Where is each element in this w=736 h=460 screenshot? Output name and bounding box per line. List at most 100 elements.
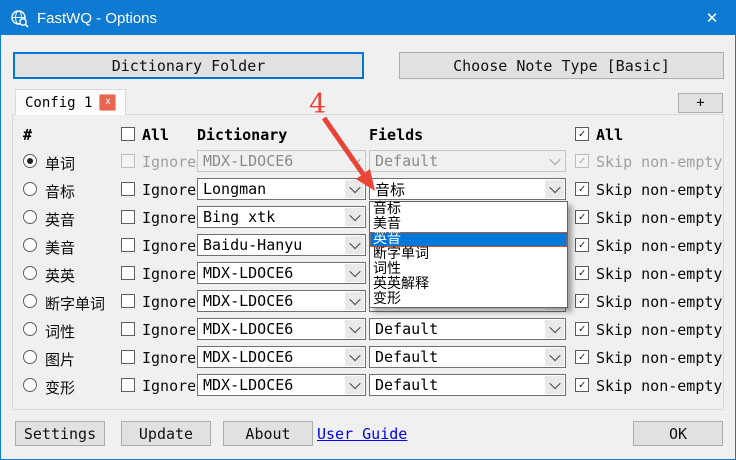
field-value: Default <box>375 152 438 170</box>
ignore-label: Ignore <box>142 293 196 311</box>
skip-checkbox[interactable]: ✓ <box>575 182 589 196</box>
dictionary-select[interactable]: Bing xtk <box>197 206 366 228</box>
close-window-button[interactable]: ✕ <box>689 1 735 35</box>
field-select[interactable]: Default <box>369 346 566 368</box>
skip-checkbox[interactable]: ✓ <box>575 378 589 392</box>
add-config-tab-button[interactable]: + <box>678 93 723 113</box>
dropdown-item[interactable]: 词性 <box>370 262 567 277</box>
column-header-hash: # <box>23 126 32 144</box>
row-radio-inflection[interactable] <box>23 378 37 392</box>
dictionary-select[interactable]: Baidu-Hanyu <box>197 234 366 256</box>
column-header-all-left: All <box>142 126 169 144</box>
ignore-checkbox[interactable] <box>121 350 135 364</box>
chevron-down-icon <box>345 292 364 310</box>
field-value: Default <box>375 320 438 338</box>
settings-button[interactable]: Settings <box>15 421 105 446</box>
field-value: Default <box>375 348 438 366</box>
skip-checkbox[interactable]: ✓ <box>575 350 589 364</box>
ok-button[interactable]: OK <box>633 421 723 446</box>
row-label: 断字单词 <box>45 293 105 314</box>
skip-all-checkbox[interactable]: ✓ <box>575 127 589 141</box>
dictionary-select[interactable]: Longman <box>197 178 366 200</box>
dictionary-folder-button[interactable]: Dictionary Folder <box>13 52 364 79</box>
dropdown-item[interactable]: 断字单词 <box>370 247 567 262</box>
ignore-checkbox <box>121 154 135 168</box>
dropdown-item[interactable]: 变形 <box>370 292 567 307</box>
chevron-down-icon <box>345 180 364 198</box>
dropdown-item[interactable]: 美音 <box>370 217 567 232</box>
ignore-checkbox[interactable] <box>121 294 135 308</box>
ignore-checkbox[interactable] <box>121 182 135 196</box>
chevron-down-icon <box>345 236 364 254</box>
row-radio-word[interactable] <box>23 154 37 168</box>
dictionary-value: MDX-LDOCE6 <box>203 348 293 366</box>
skip-checkbox[interactable]: ✓ <box>575 210 589 224</box>
skip-checkbox[interactable]: ✓ <box>575 294 589 308</box>
skip-label: Skip non-empty <box>596 349 722 367</box>
ignore-checkbox[interactable] <box>121 238 135 252</box>
skip-label: Skip non-empty <box>596 181 722 199</box>
field-select-open[interactable]: 音标 <box>369 178 566 200</box>
row-radio-phonetic[interactable] <box>23 182 37 196</box>
choose-note-type-button[interactable]: Choose Note Type [Basic] <box>399 52 724 79</box>
skip-checkbox: ✓ <box>575 154 589 168</box>
row-radio-image[interactable] <box>23 350 37 364</box>
user-guide-link[interactable]: User Guide <box>317 425 407 443</box>
chevron-down-icon <box>345 264 364 282</box>
tab-close-icon[interactable]: x <box>99 94 116 111</box>
skip-label: Skip non-empty <box>596 153 722 171</box>
row-label: 美音 <box>45 237 75 258</box>
row-label: 音标 <box>45 181 75 202</box>
ignore-label: Ignore <box>142 181 196 199</box>
dictionary-value: Bing xtk <box>203 208 275 226</box>
dropdown-item[interactable]: 音标 <box>370 202 567 217</box>
field-select: Default <box>369 150 566 172</box>
dictionary-select: MDX-LDOCE6 <box>197 150 366 172</box>
column-header-fields: Fields <box>369 126 423 144</box>
field-select[interactable]: Default <box>369 374 566 396</box>
skip-label: Skip non-empty <box>596 321 722 339</box>
chevron-down-icon <box>345 320 364 338</box>
dictionary-value: MDX-LDOCE6 <box>203 320 293 338</box>
ignore-label: Ignore <box>142 321 196 339</box>
app-globe-search-icon <box>10 9 29 28</box>
dictionary-value: MDX-LDOCE6 <box>203 152 293 170</box>
ignore-label: Ignore <box>142 349 196 367</box>
about-button[interactable]: About <box>223 421 313 446</box>
skip-checkbox[interactable]: ✓ <box>575 322 589 336</box>
ignore-all-checkbox[interactable] <box>121 127 135 141</box>
row-radio-us-sound[interactable] <box>23 238 37 252</box>
skip-checkbox[interactable]: ✓ <box>575 238 589 252</box>
dictionary-value: Longman <box>203 180 266 198</box>
ignore-checkbox[interactable] <box>121 378 135 392</box>
skip-checkbox[interactable]: ✓ <box>575 266 589 280</box>
dictionary-select[interactable]: MDX-LDOCE6 <box>197 346 366 368</box>
row-label: 图片 <box>45 349 75 370</box>
skip-label: Skip non-empty <box>596 293 722 311</box>
chevron-down-icon <box>545 348 564 366</box>
window-title: FastWQ - Options <box>37 10 157 27</box>
ignore-checkbox[interactable] <box>121 266 135 280</box>
row-radio-en-en[interactable] <box>23 266 37 280</box>
update-button[interactable]: Update <box>121 421 211 446</box>
row-label: 英音 <box>45 209 75 230</box>
options-dialog: FastWQ - Options ✕ Dictionary Folder Cho… <box>0 0 736 460</box>
field-select[interactable]: Default <box>369 318 566 340</box>
dictionary-select[interactable]: MDX-LDOCE6 <box>197 318 366 340</box>
chevron-down-icon <box>345 376 364 394</box>
ignore-checkbox[interactable] <box>121 210 135 224</box>
row-radio-pos[interactable] <box>23 322 37 336</box>
dictionary-value: Baidu-Hanyu <box>203 236 302 254</box>
dropdown-item-highlighted[interactable]: 英音 <box>370 232 567 247</box>
row-radio-uk-sound[interactable] <box>23 210 37 224</box>
dictionary-select[interactable]: MDX-LDOCE6 <box>197 290 366 312</box>
dictionary-select[interactable]: MDX-LDOCE6 <box>197 262 366 284</box>
column-header-all-right: All <box>596 126 623 144</box>
row-radio-hyphenation[interactable] <box>23 294 37 308</box>
ignore-label: Ignore <box>142 209 196 227</box>
ignore-checkbox[interactable] <box>121 322 135 336</box>
tab-config-1[interactable]: Config 1 x <box>15 89 126 115</box>
row-label: 英英 <box>45 265 75 286</box>
dropdown-item[interactable]: 英英解释 <box>370 277 567 292</box>
dictionary-select[interactable]: MDX-LDOCE6 <box>197 374 366 396</box>
